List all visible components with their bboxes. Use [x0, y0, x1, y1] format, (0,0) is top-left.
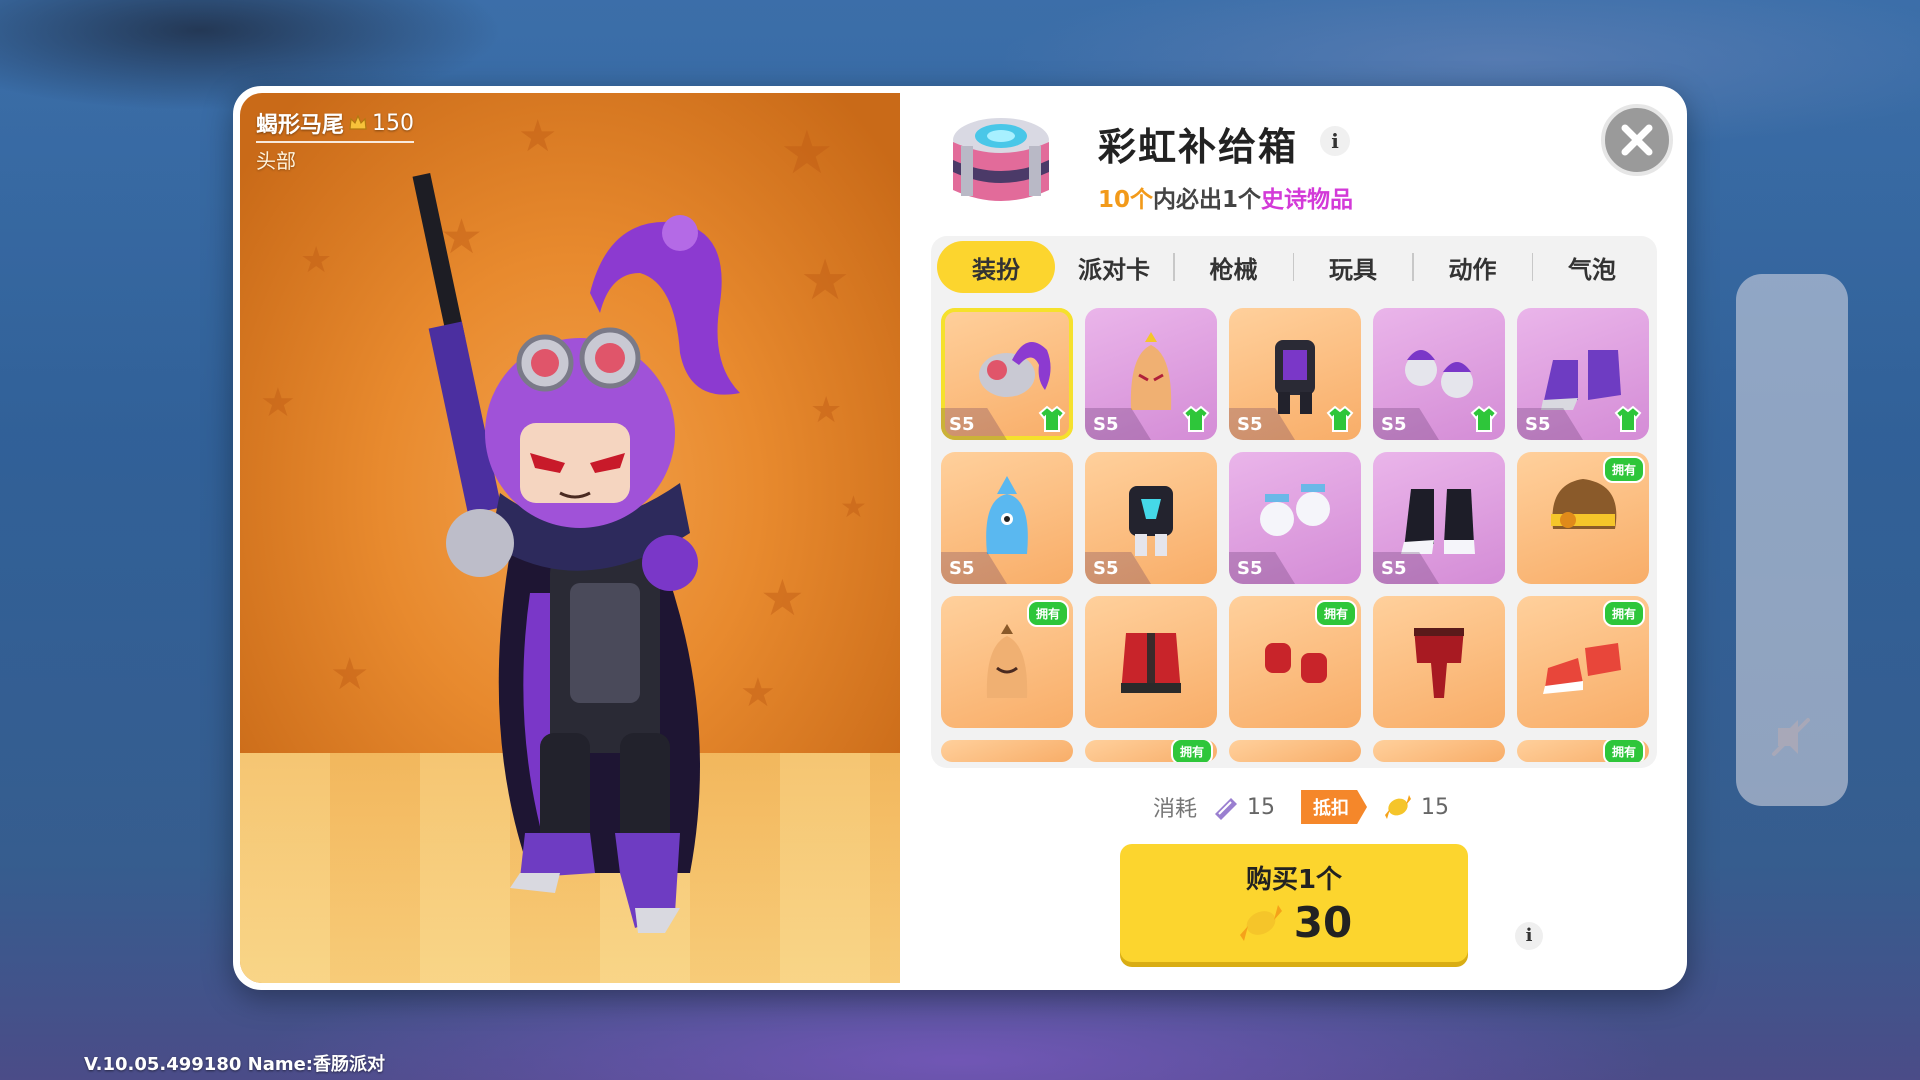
- owned-badge: 拥有: [1170, 740, 1213, 762]
- owned-badge: 拥有: [1602, 740, 1645, 762]
- deduct-badge: 抵扣: [1301, 790, 1368, 824]
- item-preview-panel: ★ ★ ★ ★ ★ ★ ★ ★ ★ ★ ★ 蝎形马尾 150 头部: [240, 93, 900, 983]
- item-cell-smiling-bean[interactable]: 拥有: [941, 596, 1073, 728]
- buy-label: 购买1个: [1245, 865, 1343, 895]
- tab-emotes[interactable]: 动作: [1414, 241, 1532, 293]
- category-tabs: 装扮 派对卡 枪械 玩具 动作 气泡: [931, 236, 1657, 298]
- item-grid: S5 S5 S5 S5 S5 S5 S5 S5 S5 拥有 拥有 拥有 拥有 拥有 拥有: [941, 308, 1649, 762]
- item-cell-red-sneakers[interactable]: 拥有: [1517, 596, 1649, 728]
- item-name-row: 蝎形马尾 150: [256, 107, 415, 143]
- candy-amount: 15: [1421, 794, 1450, 820]
- rainbow-box-icon: [953, 118, 1049, 201]
- purchase-info-icon[interactable]: i: [1515, 922, 1543, 950]
- item-cell-red-jacket[interactable]: [1085, 596, 1217, 728]
- star-decoration: ★: [840, 490, 867, 525]
- version-text: V.10.05.499180 Name:香肠派对: [84, 1054, 386, 1075]
- guarantee-count: 10个: [1098, 187, 1154, 213]
- cost-label: 消耗: [1153, 797, 1198, 822]
- ticket-amount: 15: [1247, 794, 1276, 820]
- tab-toys[interactable]: 玩具: [1294, 241, 1412, 293]
- owned-badge: 拥有: [1026, 600, 1069, 627]
- item-slot-label: 头部: [256, 149, 296, 173]
- owned-badge: 拥有: [1602, 600, 1645, 627]
- upgrade-shirt-icon: [1182, 405, 1210, 432]
- item-cell-white-gloves[interactable]: S5: [1229, 452, 1361, 584]
- item-art-blue-blob-backpack: [986, 476, 1028, 554]
- item-cell-partial-5[interactable]: 拥有: [1517, 740, 1649, 762]
- tab-outfit[interactable]: 装扮: [937, 241, 1055, 293]
- item-cell-blue-blob-backpack[interactable]: S5: [941, 452, 1073, 584]
- star-decoration: ★: [810, 390, 843, 431]
- character-model[interactable]: [360, 173, 780, 953]
- ticket-icon: [1215, 798, 1238, 820]
- box-info-icon[interactable]: i: [1320, 126, 1350, 156]
- guarantee-text: 10个内必出1个史诗物品: [1098, 180, 1353, 214]
- upgrade-shirt-icon: [1038, 405, 1066, 432]
- item-cell-partial-3[interactable]: [1229, 740, 1361, 762]
- owned-badge: 拥有: [1602, 456, 1645, 483]
- star-decoration: ★: [518, 111, 558, 162]
- candy-icon: [1239, 904, 1282, 941]
- item-cell-partial-2[interactable]: 拥有: [1085, 740, 1217, 762]
- candy-icon: [1385, 795, 1412, 819]
- upgrade-shirt-icon: [1470, 405, 1498, 432]
- item-cell-red-pants[interactable]: [1373, 596, 1505, 728]
- cost-row: 消耗 15 抵扣 15: [1153, 790, 1449, 824]
- item-cell-spiky-hair-goggles[interactable]: 拥有: [1517, 452, 1649, 584]
- close-icon: [1621, 124, 1653, 156]
- item-art-red-jacket: [1121, 633, 1181, 693]
- item-price: 150: [372, 110, 415, 136]
- item-art-black-white-boots: [1401, 489, 1475, 554]
- item-art-white-gloves: [1260, 484, 1330, 536]
- box-title: 彩虹补给箱: [1098, 125, 1299, 169]
- buy-price: 30: [1293, 898, 1353, 947]
- tab-party-card[interactable]: 派对卡: [1055, 241, 1173, 293]
- item-cell-scorpion-ponytail[interactable]: S5: [941, 308, 1073, 440]
- item-cell-dark-cyber-outfit[interactable]: S5: [1085, 452, 1217, 584]
- item-name: 蝎形马尾: [256, 113, 345, 138]
- item-art-dark-cyber-outfit: [1129, 486, 1173, 556]
- star-decoration: ★: [780, 118, 834, 188]
- item-cell-red-gloves[interactable]: 拥有: [1229, 596, 1361, 728]
- item-cell-partial-1[interactable]: [941, 740, 1073, 762]
- buy-price-row: 30: [1236, 898, 1352, 947]
- buy-button[interactable]: 购买1个 30: [1120, 844, 1468, 962]
- upgrade-shirt-icon: [1326, 405, 1354, 432]
- item-cell-purple-boots[interactable]: S5: [1517, 308, 1649, 440]
- mute-audio-icon[interactable]: [1768, 714, 1814, 760]
- item-cell-purple-gloves[interactable]: S5: [1373, 308, 1505, 440]
- star-decoration: ★: [300, 240, 333, 281]
- item-cell-black-white-boots[interactable]: S5: [1373, 452, 1505, 584]
- guarantee-middle: 内必出1个: [1153, 187, 1262, 213]
- crown-icon: [349, 114, 367, 130]
- side-panel: [1736, 274, 1848, 806]
- item-cell-partial-4[interactable]: [1373, 740, 1505, 762]
- owned-badge: 拥有: [1314, 600, 1357, 627]
- tab-bubbles[interactable]: 气泡: [1533, 241, 1651, 293]
- item-grid-panel[interactable]: S5 S5 S5 S5 S5 S5 S5 S5 S5 拥有 拥有 拥有 拥有 拥有 拥有: [931, 298, 1657, 768]
- star-decoration: ★: [260, 380, 296, 426]
- star-decoration: ★: [800, 248, 851, 313]
- tab-guns[interactable]: 枪械: [1175, 241, 1293, 293]
- close-button[interactable]: [1601, 104, 1673, 176]
- guarantee-epic: 史诗物品: [1261, 187, 1354, 213]
- item-cell-dark-armor-outfit[interactable]: S5: [1229, 308, 1361, 440]
- supply-box-modal: ★ ★ ★ ★ ★ ★ ★ ★ ★ ★ ★ 蝎形马尾 150 头部 彩虹补给箱 …: [233, 86, 1687, 990]
- item-cell-angry-bean-purple[interactable]: S5: [1085, 308, 1217, 440]
- item-art-red-pants: [1414, 628, 1464, 698]
- upgrade-shirt-icon: [1614, 405, 1642, 432]
